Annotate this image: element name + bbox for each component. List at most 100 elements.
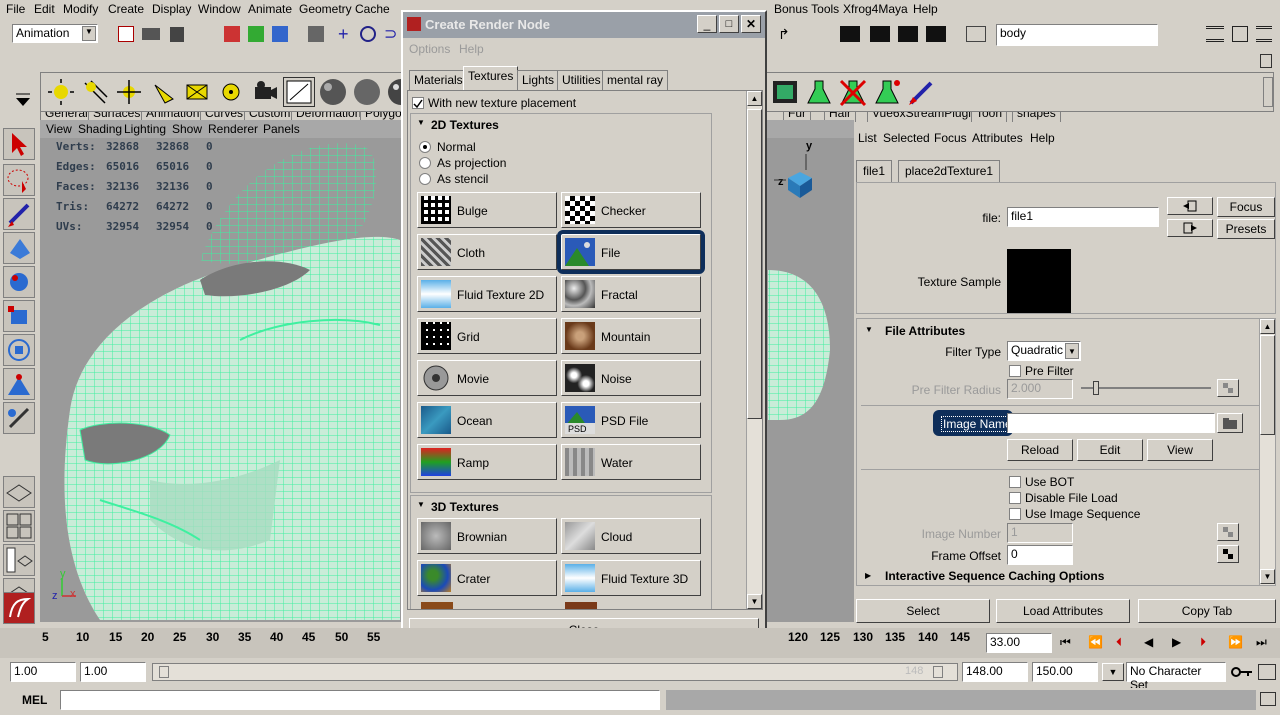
disable-file-load-checkbox[interactable] [1009,492,1021,504]
step-back-key-icon[interactable]: ⏴ [1116,635,1122,650]
menu-file[interactable]: File [6,2,25,16]
menu-geometry-cache[interactable]: Geometry Cache [299,2,390,16]
dialog-menu-options[interactable]: Options [409,42,450,56]
ae-scrollbar[interactable]: ▲ ▼ [1259,319,1275,585]
scale-tool-icon[interactable] [3,300,35,332]
texture-cloud-button[interactable]: Cloud [561,518,701,554]
shelf-menu-icon[interactable] [12,80,34,108]
dialog-titlebar[interactable]: Create Render Node _ □ ✕ [403,12,765,38]
playback-end-field[interactable]: 148.00 [962,662,1028,682]
menu-xfrog[interactable]: Xfrog4Maya [843,2,908,16]
tool-settings-toggle-icon[interactable] [1232,26,1248,42]
map-button-icon[interactable] [1217,523,1239,541]
ae-tab-file1[interactable]: file1 [856,160,893,182]
hypershade-icon[interactable] [283,77,315,107]
history-icon[interactable]: ↱ [778,26,790,43]
lasso-tool-icon[interactable] [3,164,35,196]
close-icon[interactable]: ✕ [741,15,761,33]
layout-single-icon[interactable] [3,476,35,508]
render-settings-icon[interactable] [926,26,946,42]
ae-menu-attributes[interactable]: Attributes [972,131,1023,145]
mel-input[interactable] [60,690,660,710]
tab-utilities[interactable]: Utilities [557,70,606,90]
texture-checker-button[interactable]: Checker [561,192,701,228]
select-hierarchy-icon[interactable] [224,26,240,42]
input-line-icon[interactable] [966,26,986,42]
layout-four-icon[interactable] [3,510,35,542]
ae-menu-list[interactable]: List [858,131,877,145]
image-number-field[interactable]: 1 [1007,523,1073,543]
tab-materials[interactable]: Materials [409,70,468,90]
rotate-tool-icon[interactable] [3,266,35,298]
attribute-editor-toggle-icon[interactable] [1206,26,1224,42]
status-icons-left[interactable] [118,24,184,44]
name-field[interactable]: body [996,24,1158,46]
image-name-field[interactable] [1007,413,1215,433]
universal-manipulator-icon[interactable] [3,334,35,366]
scroll-up-icon[interactable]: ▲ [1260,319,1275,334]
dialog-menu-help[interactable]: Help [459,42,484,56]
select-button[interactable]: Select [856,599,990,623]
step-forward-frame-icon[interactable]: ⏩ [1228,635,1243,649]
placement-checkbox[interactable] [412,97,424,109]
texture-noise-button[interactable]: Noise [561,360,701,396]
pdf-icon[interactable] [118,26,134,42]
range-start-field[interactable]: 1.00 [10,662,76,682]
go-to-start-icon[interactable]: ⏮ [1060,635,1071,650]
ae-menu-focus[interactable]: Focus [934,131,967,145]
render-view-icon[interactable] [840,26,860,42]
vp-menu-panels[interactable]: Panels [263,122,300,136]
radio-stencil[interactable] [419,173,431,185]
character-set-menu-icon[interactable]: ▼ [1102,663,1124,681]
flask-icon[interactable] [803,77,835,107]
pre-filter-radius-field[interactable]: 2.000 [1007,379,1073,399]
layout-icons[interactable] [1204,24,1274,44]
pre-filter-checkbox[interactable] [1009,365,1021,377]
texture-cloth-button[interactable]: Cloth [417,234,557,270]
edit-button[interactable]: Edit [1077,439,1143,461]
scroll-thumb[interactable] [1260,335,1275,435]
texture-water-button[interactable]: Water [561,444,701,480]
open-scene-icon[interactable] [142,28,160,40]
light-icon[interactable] [45,77,77,107]
ipr-render-icon[interactable] [898,26,918,42]
maximize-icon[interactable]: □ [719,15,739,33]
tab-lights[interactable]: Lights [517,70,560,90]
playback-controls[interactable]: ⏮ ⏪ ⏴ ◀ ▶ ⏵ ⏩ ⏭ [1058,634,1278,654]
point-light-icon[interactable] [113,77,145,107]
spot-light-icon[interactable] [147,77,179,107]
texture-ramp-button[interactable]: Ramp [417,444,557,480]
current-time-field[interactable]: 33.00 [986,633,1052,653]
go-to-end-icon[interactable]: ⏭ [1256,635,1267,650]
ae-menu-selected[interactable]: Selected [883,131,930,145]
volume-light-icon[interactable] [215,77,247,107]
shelf-scroll[interactable] [1263,77,1273,107]
range-handle-end[interactable] [933,666,943,678]
slider-handle[interactable] [1093,381,1099,395]
show-manipulator-icon[interactable] [3,402,35,434]
file-name-field[interactable]: file1 [1007,207,1159,227]
vp-menu-shading[interactable]: Shading [78,122,122,136]
mel-label[interactable]: MEL [22,693,47,707]
vp-menu-lighting[interactable]: Lighting [124,122,166,136]
flask-run-icon[interactable] [871,77,903,107]
snap-point-icon[interactable] [360,26,376,42]
selection-mask-icons[interactable]: + ⊃ [220,24,400,44]
use-image-sequence-checkbox[interactable] [1009,508,1021,520]
scroll-down-icon[interactable]: ▼ [747,594,762,609]
texture-movie-button[interactable]: Movie [417,360,557,396]
radio-normal[interactable] [419,141,431,153]
select-component-icon[interactable] [272,26,288,42]
ae-menu-help[interactable]: Help [1030,131,1055,145]
menu-modify[interactable]: Modify [63,2,98,16]
menu-bonus-tools[interactable]: Bonus Tools [774,2,839,16]
select-tool-icon[interactable] [3,128,35,160]
collapse-icon[interactable]: ▼ [415,118,427,130]
menu-create[interactable]: Create [108,2,144,16]
range-end-field[interactable]: 150.00 [1032,662,1098,682]
texture-fluid-2d-button[interactable]: Fluid Texture 2D [417,276,557,312]
camera-icon[interactable] [249,77,281,107]
tab-textures[interactable]: Textures [463,66,519,90]
render-current-icon[interactable] [870,26,890,42]
script-editor-icon[interactable] [1260,692,1276,706]
